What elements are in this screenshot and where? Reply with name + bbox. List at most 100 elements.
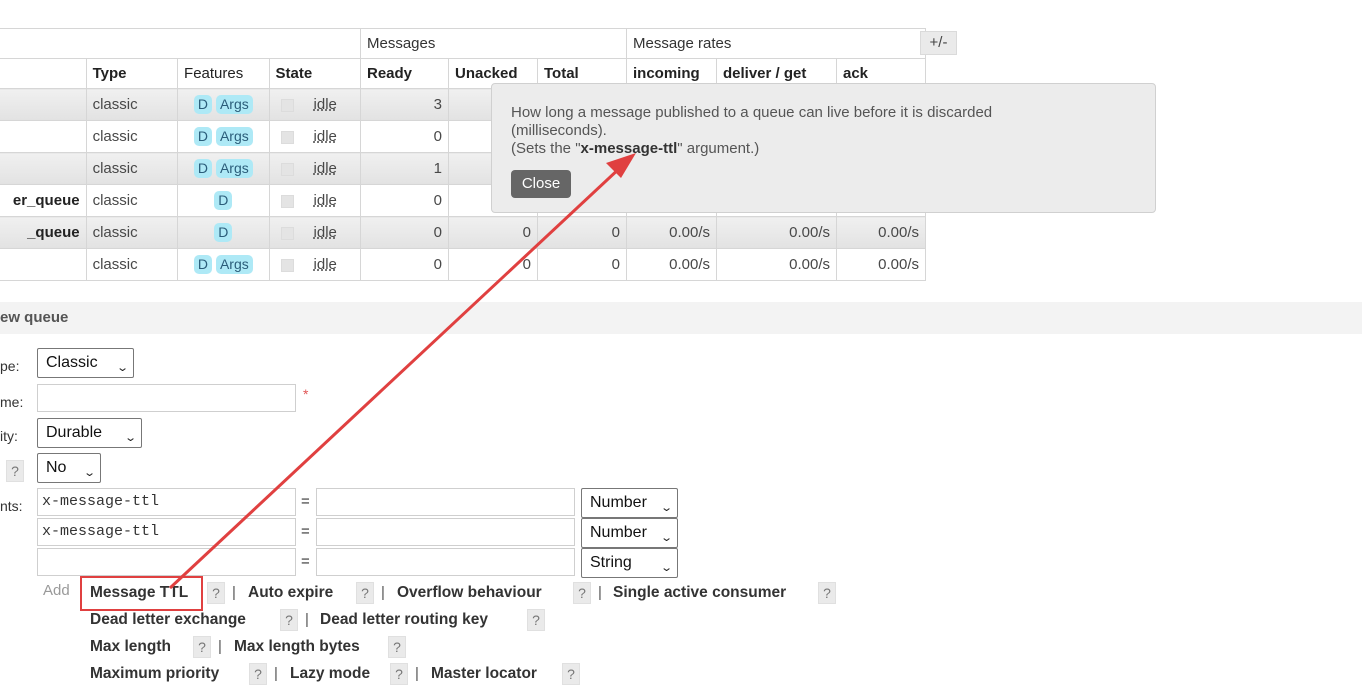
- queue-features-cell: D Args: [177, 120, 270, 153]
- table-row[interactable]: classic D Args idle 0 0 0 0.00/s 0.00/s 0.00/s: [0, 248, 926, 281]
- argument-value-input-2[interactable]: [316, 518, 575, 546]
- durable-badge: D: [214, 223, 233, 242]
- durable-badge: D: [193, 127, 212, 146]
- state-text: idle: [313, 96, 337, 113]
- unacked-count-cell: 0: [448, 216, 538, 249]
- auto-delete-help-icon[interactable]: ?: [6, 460, 24, 482]
- max-length-help-icon[interactable]: ?: [193, 636, 211, 658]
- max-priority-help-icon[interactable]: ?: [249, 663, 267, 685]
- required-star: *: [303, 386, 309, 402]
- chevron-down-icon: ⌄: [115, 362, 129, 374]
- dlx-help-icon[interactable]: ?: [280, 609, 298, 631]
- queue-name-cell[interactable]: [0, 88, 87, 121]
- ready-count-cell: 0: [360, 248, 449, 281]
- table-group-blank: [0, 28, 361, 59]
- add-max-length-link[interactable]: Max length: [90, 638, 171, 656]
- separator: |: [305, 611, 309, 628]
- auto-expire-help-icon[interactable]: ?: [356, 582, 374, 604]
- add-lazy-mode-link[interactable]: Lazy mode: [290, 665, 370, 683]
- queue-type-cell: classic: [85, 216, 179, 249]
- queue-type-value: Classic: [46, 354, 98, 371]
- args-badge: Args: [215, 127, 253, 146]
- state-text: idle: [313, 160, 337, 177]
- ack-rate-cell: 0.00/s: [836, 216, 926, 249]
- add-dead-letter-routing-key-link[interactable]: Dead letter routing key: [320, 611, 488, 629]
- queue-features-cell: D Args: [177, 152, 270, 185]
- argument-type-select-2[interactable]: Number ⌄: [581, 518, 678, 548]
- columns-toggle-button[interactable]: +/-: [920, 31, 957, 55]
- lazy-mode-help-icon[interactable]: ?: [390, 663, 408, 685]
- queue-name-cell[interactable]: [0, 120, 87, 153]
- argument-type-select-3[interactable]: String ⌄: [581, 548, 678, 578]
- col-header-state[interactable]: State: [268, 58, 362, 89]
- col-header-type[interactable]: Type: [85, 58, 179, 89]
- queue-type-cell: classic: [85, 120, 179, 153]
- separator: |: [415, 665, 419, 682]
- incoming-rate-cell: 0.00/s: [626, 216, 717, 249]
- chevron-down-icon: ⌄: [659, 532, 673, 544]
- table-row[interactable]: _queue classic Didle 0 0 0 0.00/s 0.00/s 0.00/s: [0, 216, 926, 249]
- chevron-down-icon: ⌄: [123, 432, 137, 444]
- ack-rate-cell: 0.00/s: [836, 248, 926, 281]
- add-single-active-consumer-link[interactable]: Single active consumer: [613, 584, 786, 602]
- state-indicator-icon: [280, 162, 294, 176]
- argument-key-input-3[interactable]: [37, 548, 296, 576]
- close-button[interactable]: Close: [511, 170, 571, 198]
- queue-name-cell[interactable]: [0, 152, 87, 185]
- col-header-ready[interactable]: Ready: [360, 58, 449, 89]
- add-queue-section-title[interactable]: ew queue: [0, 309, 68, 326]
- add-max-length-bytes-link[interactable]: Max length bytes: [234, 638, 360, 656]
- queue-name-cell[interactable]: [0, 248, 87, 281]
- add-queue-section-bar[interactable]: [0, 302, 1362, 334]
- durable-badge: D: [214, 191, 233, 210]
- auto-delete-select[interactable]: No ⌄: [37, 453, 101, 483]
- queue-state-cell: idle: [268, 88, 362, 121]
- deliver-rate-cell: 0.00/s: [716, 248, 837, 281]
- queue-state-cell: idle: [268, 120, 362, 153]
- add-auto-expire-link[interactable]: Auto expire: [248, 584, 333, 602]
- argument-key-input-2[interactable]: x-message-ttl: [37, 518, 296, 546]
- group-header-message-rates: Message rates: [626, 28, 926, 59]
- message-ttl-help-icon[interactable]: ?: [207, 582, 225, 604]
- annotation-highlight-box: [80, 576, 203, 611]
- add-maximum-priority-link[interactable]: Maximum priority: [90, 665, 219, 683]
- add-overflow-behaviour-link[interactable]: Overflow behaviour: [397, 584, 542, 602]
- incoming-rate-cell: 0.00/s: [626, 248, 717, 281]
- type-label: pe:: [0, 358, 20, 374]
- args-badge: Args: [215, 255, 253, 274]
- add-master-locator-link[interactable]: Master locator: [431, 665, 537, 683]
- overflow-help-icon[interactable]: ?: [573, 582, 591, 604]
- ready-count-cell: 1: [360, 152, 449, 185]
- equals-sign: =: [301, 523, 310, 540]
- master-locator-help-icon[interactable]: ?: [562, 663, 580, 685]
- separator: |: [218, 638, 222, 655]
- queue-name-cell[interactable]: er_queue: [0, 184, 87, 217]
- argument-value-input-3[interactable]: [316, 548, 575, 576]
- queue-type-select[interactable]: Classic ⌄: [37, 348, 134, 378]
- dlrk-help-icon[interactable]: ?: [527, 609, 545, 631]
- tooltip-argument-name: x-message-ttl: [580, 140, 678, 157]
- max-length-bytes-help-icon[interactable]: ?: [388, 636, 406, 658]
- col-header-features[interactable]: Features: [177, 58, 270, 89]
- ready-count-cell: 3: [360, 88, 449, 121]
- add-dead-letter-exchange-link[interactable]: Dead letter exchange: [90, 611, 246, 629]
- state-indicator-icon: [280, 98, 294, 112]
- queue-name-input[interactable]: [37, 384, 296, 412]
- queue-type-cell: classic: [85, 88, 179, 121]
- col-header-name[interactable]: [0, 58, 87, 89]
- argument-value-input-1[interactable]: [316, 488, 575, 516]
- arguments-label: nts:: [0, 498, 23, 514]
- durability-select[interactable]: Durable ⌄: [37, 418, 142, 448]
- tooltip-line-1: How long a message published to a queue …: [511, 104, 993, 121]
- single-active-help-icon[interactable]: ?: [818, 582, 836, 604]
- queue-name-cell[interactable]: _queue: [0, 216, 87, 249]
- state-text: idle: [313, 224, 337, 241]
- separator: |: [598, 584, 602, 601]
- queue-features-cell: D Args: [177, 88, 270, 121]
- group-header-messages: Messages: [360, 28, 627, 59]
- queue-type-cell: classic: [85, 248, 179, 281]
- state-indicator-icon: [280, 226, 294, 240]
- argument-key-input-1[interactable]: x-message-ttl: [37, 488, 296, 516]
- durable-badge: D: [193, 255, 212, 274]
- argument-type-select-1[interactable]: Number ⌄: [581, 488, 678, 518]
